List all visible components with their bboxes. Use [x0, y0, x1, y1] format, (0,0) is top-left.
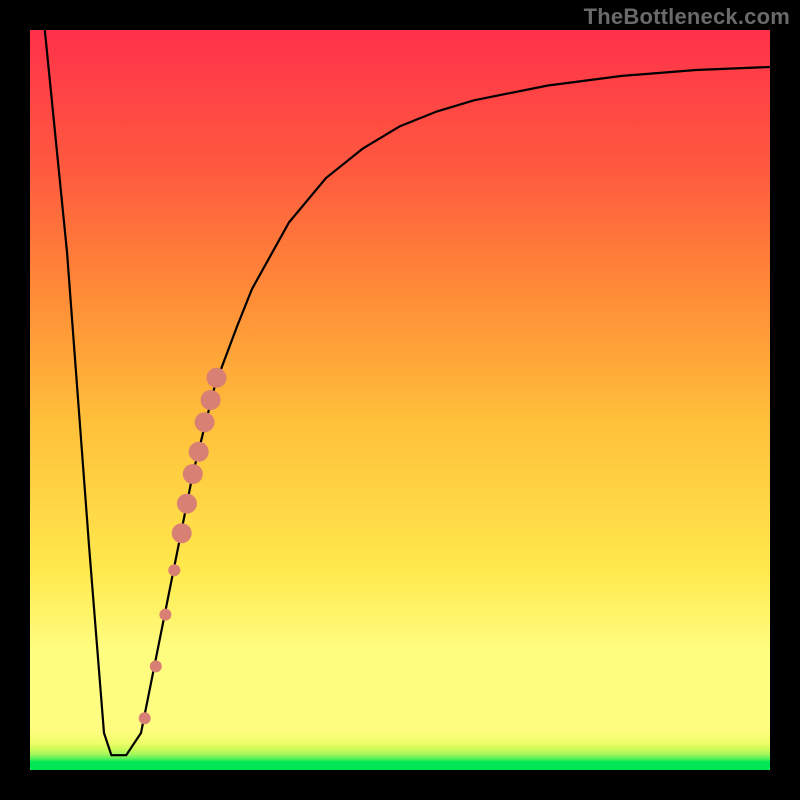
marker-dot [159, 609, 171, 621]
watermark-text: TheBottleneck.com [584, 4, 790, 30]
marker-dot [139, 712, 151, 724]
marker-dot [195, 412, 215, 432]
bottleneck-curve [45, 30, 770, 755]
marker-group [139, 368, 227, 724]
marker-dot [189, 442, 209, 462]
marker-dot [150, 660, 162, 672]
marker-dot [207, 368, 227, 388]
marker-dot [183, 464, 203, 484]
curve-layer [30, 30, 770, 770]
chart-frame: TheBottleneck.com [0, 0, 800, 800]
marker-dot [177, 494, 197, 514]
marker-dot [201, 390, 221, 410]
marker-dot [168, 564, 180, 576]
marker-dot [172, 523, 192, 543]
plot-area [30, 30, 770, 770]
